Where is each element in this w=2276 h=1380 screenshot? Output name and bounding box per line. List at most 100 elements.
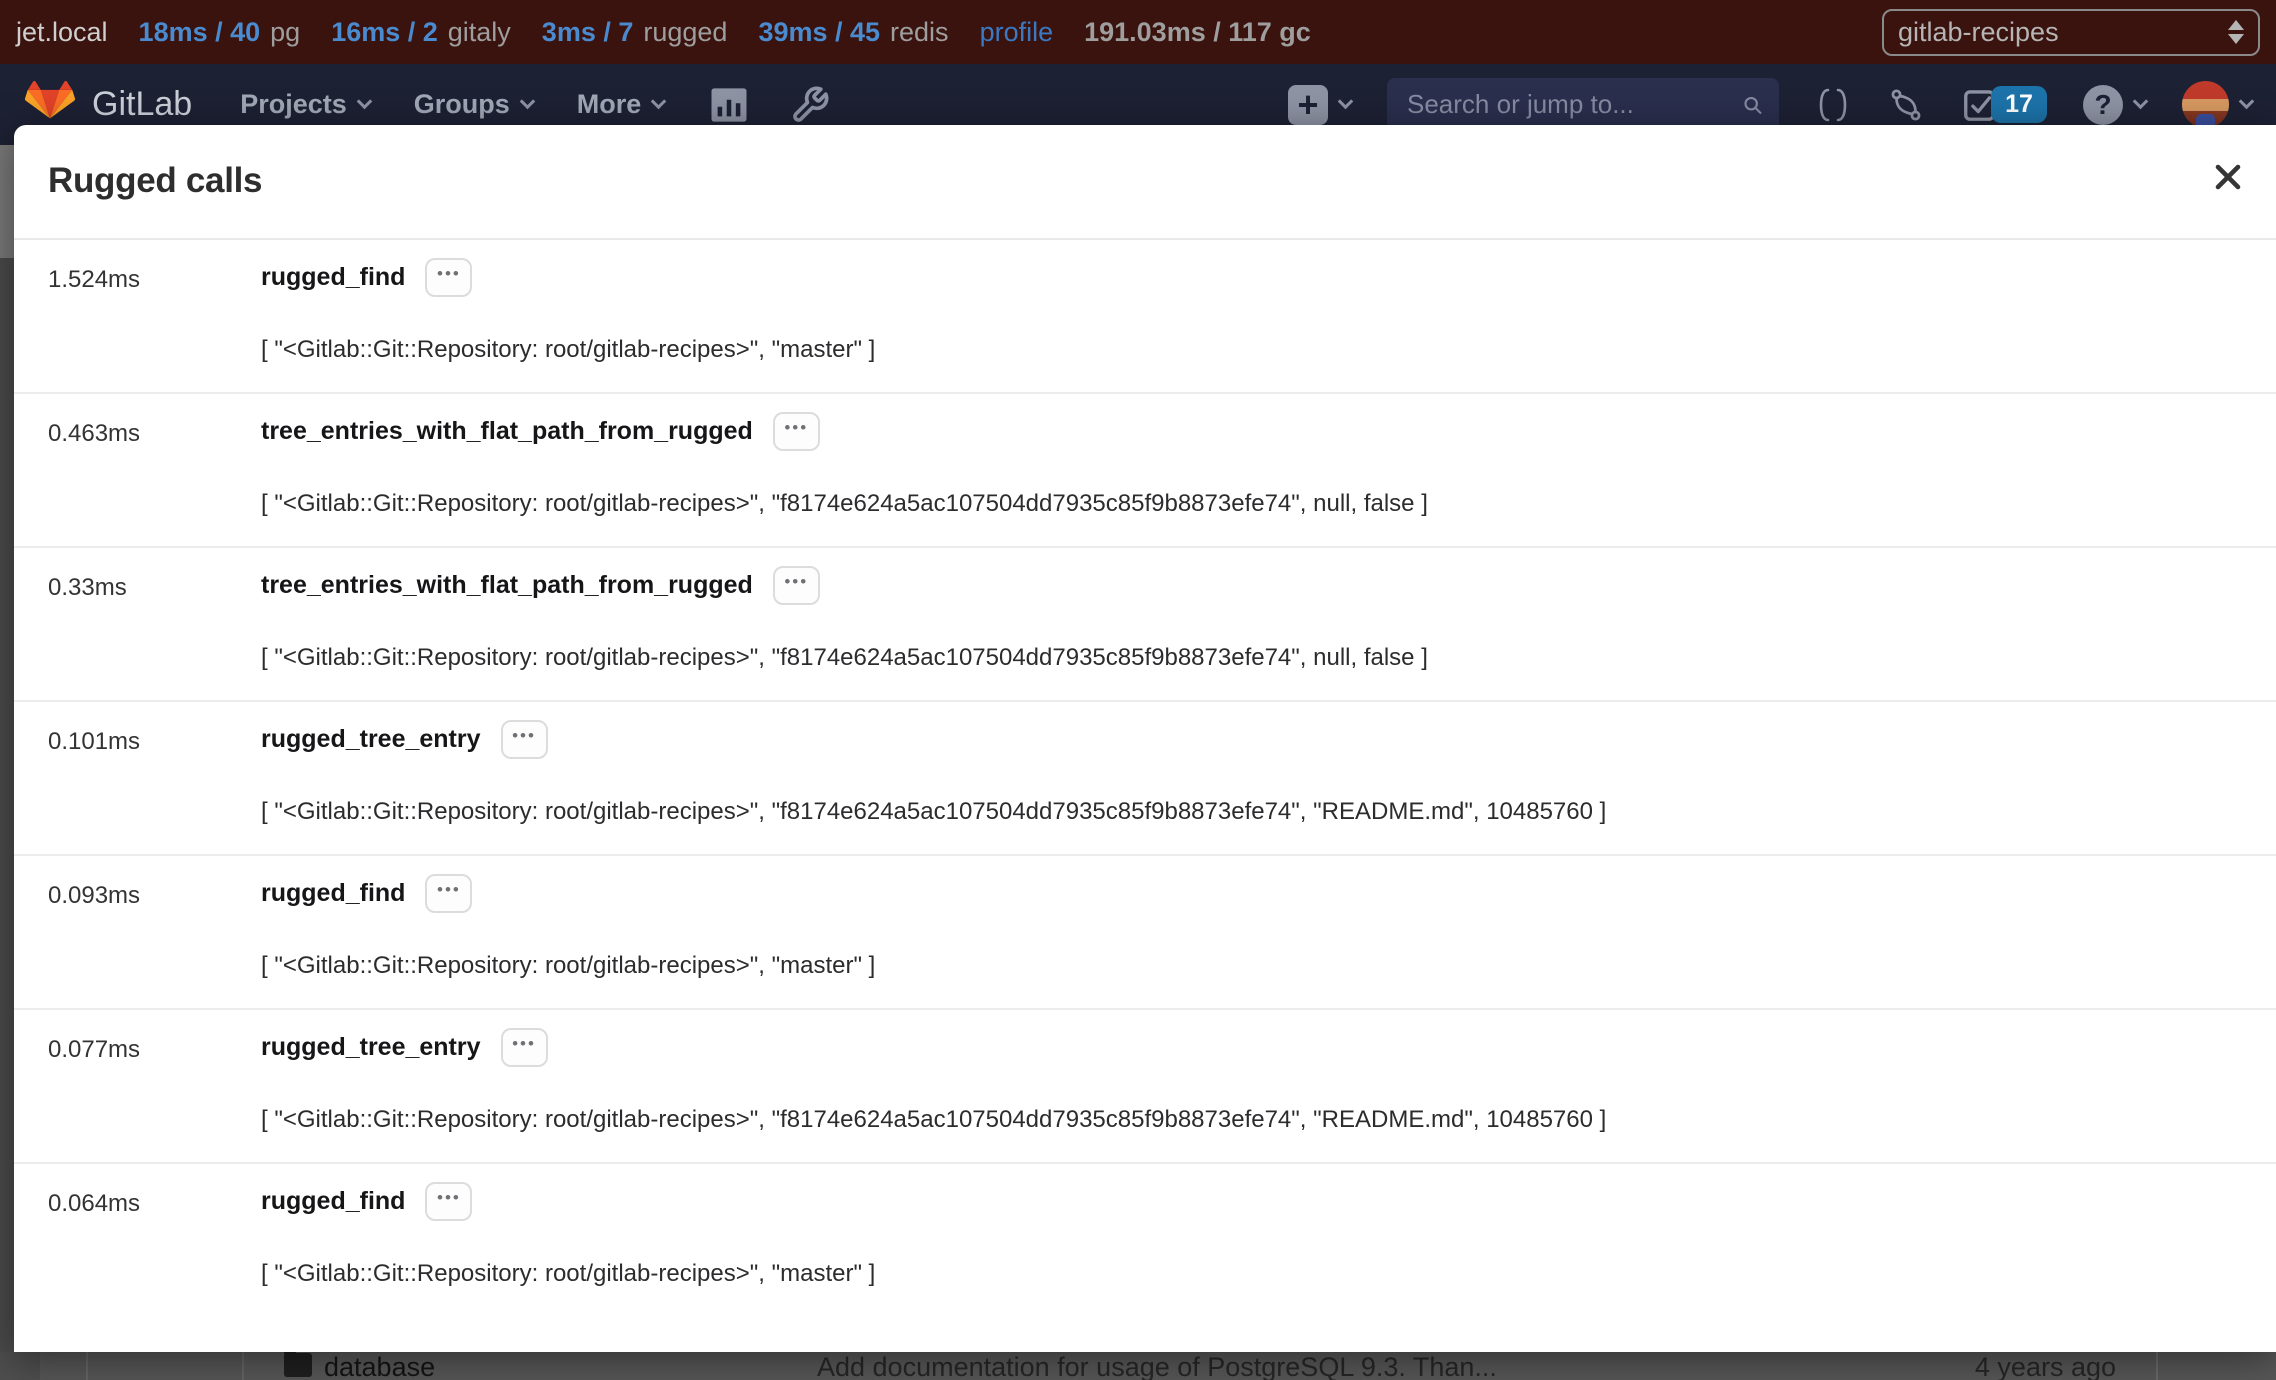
call-args: [ "<Gitlab::Git::Repository: root/gitlab… [261, 798, 1606, 826]
select-arrows-icon [2228, 20, 2244, 44]
call-duration: 0.064ms [48, 1190, 140, 1218]
call-args: [ "<Gitlab::Git::Repository: root/gitlab… [261, 1106, 1606, 1134]
perf-metric-rugged-value[interactable]: 3ms / 7 [542, 17, 634, 48]
perf-metric-gitaly-label: gitaly [448, 17, 511, 48]
rugged-call-row: 1.524ms rugged_find ••• [ "<Gitlab::Git:… [14, 240, 2276, 394]
perf-metric-gitaly[interactable]: 16ms / 2 gitaly [331, 17, 511, 48]
call-duration: 0.093ms [48, 882, 140, 910]
backtrace-more-button[interactable]: ••• [773, 566, 820, 605]
backtrace-more-button[interactable]: ••• [501, 720, 548, 759]
performance-bar: jet.local 18ms / 40 pg 16ms / 2 gitaly 3… [0, 0, 2276, 64]
avatar [2182, 81, 2229, 128]
call-duration: 0.077ms [48, 1036, 140, 1064]
dimmed-sidebar [0, 258, 14, 1380]
chevron-down-icon [2133, 94, 2149, 110]
todos-button[interactable]: 17 [1961, 86, 2047, 124]
ellipsis-icon: ••• [784, 572, 808, 592]
call-duration: 0.101ms [48, 728, 140, 756]
user-menu-button[interactable] [2182, 81, 2252, 128]
file-row-name: database [324, 1352, 435, 1380]
close-button[interactable] [2206, 155, 2250, 199]
issues-capsule-icon[interactable] [1815, 84, 1851, 126]
call-args: [ "<Gitlab::Git::Repository: root/gitlab… [261, 952, 875, 980]
dimmed-sidebar-segment [40, 1352, 88, 1380]
perf-metric-rugged[interactable]: 3ms / 7 rugged [542, 17, 728, 48]
call-name: rugged_tree_entry [261, 725, 481, 754]
dimmed-sidebar-segment [0, 1352, 40, 1380]
modal-title: Rugged calls [48, 161, 262, 201]
close-icon [2211, 160, 2245, 194]
dimmed-sidebar-header [0, 145, 14, 258]
perf-host: jet.local [16, 17, 108, 48]
help-question-icon: ? [2083, 85, 2123, 125]
global-search[interactable] [1387, 78, 1779, 132]
call-args: [ "<Gitlab::Git::Repository: root/gitlab… [261, 644, 1428, 672]
rugged-call-row: 0.101ms rugged_tree_entry ••• [ "<Gitlab… [14, 702, 2276, 856]
merge-request-icon[interactable] [1887, 84, 1925, 126]
dimmed-page-segment [2158, 1352, 2276, 1380]
file-row-updated: 4 years ago [1975, 1352, 2116, 1380]
modal-header: Rugged calls [14, 125, 2276, 240]
profile-link[interactable]: profile [980, 17, 1054, 48]
call-args: [ "<Gitlab::Git::Repository: root/gitlab… [261, 490, 1428, 518]
rugged-calls-list: 1.524ms rugged_find ••• [ "<Gitlab::Git:… [14, 240, 2276, 1318]
backtrace-more-button[interactable]: ••• [425, 1182, 472, 1221]
ellipsis-icon: ••• [512, 1034, 536, 1054]
dimmed-page-row: database Add documentation for usage of … [0, 1352, 2276, 1380]
ellipsis-icon: ••• [437, 880, 461, 900]
help-menu-button[interactable]: ? [2083, 85, 2146, 125]
analytics-chart-icon[interactable] [708, 84, 750, 126]
call-name: tree_entries_with_flat_path_from_rugged [261, 571, 753, 600]
rugged-call-row: 0.33ms tree_entries_with_flat_path_from_… [14, 548, 2276, 702]
plus-icon: + [1288, 85, 1328, 125]
call-duration: 0.33ms [48, 574, 127, 602]
call-duration: 1.524ms [48, 266, 140, 294]
call-args: [ "<Gitlab::Git::Repository: root/gitlab… [261, 1260, 875, 1288]
call-name: tree_entries_with_flat_path_from_rugged [261, 417, 753, 446]
perf-metric-pg[interactable]: 18ms / 40 pg [139, 17, 301, 48]
call-duration: 0.463ms [48, 420, 140, 448]
perf-metric-rugged-label: rugged [643, 17, 727, 48]
nav-item-groups-label: Groups [414, 89, 510, 120]
call-name: rugged_find [261, 263, 405, 292]
search-input[interactable] [1407, 89, 1742, 120]
file-row-commit-message: Add documentation for usage of PostgreSQ… [817, 1352, 1497, 1380]
rugged-call-row: 0.463ms tree_entries_with_flat_path_from… [14, 394, 2276, 548]
perf-metric-redis-value[interactable]: 39ms / 45 [758, 17, 880, 48]
perf-metric-redis-label: redis [890, 17, 949, 48]
ellipsis-icon: ••• [437, 264, 461, 284]
chevron-down-icon [356, 94, 372, 110]
backtrace-more-button[interactable]: ••• [425, 874, 472, 913]
call-args: [ "<Gitlab::Git::Repository: root/gitlab… [261, 336, 875, 364]
rugged-call-row: 0.077ms rugged_tree_entry ••• [ "<Gitlab… [14, 1010, 2276, 1164]
project-selector-value: gitlab-recipes [1898, 17, 2059, 48]
screen: jet.local 18ms / 40 pg 16ms / 2 gitaly 3… [0, 0, 2276, 1380]
dimmed-page-segment [88, 1352, 244, 1380]
new-menu-button[interactable]: + [1288, 85, 1351, 125]
backtrace-more-button[interactable]: ••• [501, 1028, 548, 1067]
rugged-call-row: 0.064ms rugged_find ••• [ "<Gitlab::Git:… [14, 1164, 2276, 1318]
perf-metric-redis[interactable]: 39ms / 45 redis [758, 17, 948, 48]
perf-metric-gitaly-value[interactable]: 16ms / 2 [331, 17, 438, 48]
nav-item-more[interactable]: More [577, 89, 665, 120]
backtrace-more-button[interactable]: ••• [425, 258, 472, 297]
call-name: rugged_find [261, 879, 405, 908]
admin-wrench-icon[interactable] [790, 85, 830, 125]
nav-item-more-label: More [577, 89, 642, 120]
chevron-down-icon [1338, 94, 1354, 110]
chevron-down-icon [651, 94, 667, 110]
gc-stats: 191.03ms / 117 gc [1084, 17, 1311, 48]
project-selector[interactable]: gitlab-recipes [1882, 9, 2260, 56]
backtrace-more-button[interactable]: ••• [773, 412, 820, 451]
rugged-call-row: 0.093ms rugged_find ••• [ "<Gitlab::Git:… [14, 856, 2276, 1010]
perf-metric-pg-label: pg [270, 17, 300, 48]
chevron-down-icon [519, 94, 535, 110]
ellipsis-icon: ••• [437, 1188, 461, 1208]
nav-item-groups[interactable]: Groups [414, 89, 533, 120]
chevron-down-icon [2239, 94, 2255, 110]
gitlab-wordmark[interactable]: GitLab [92, 85, 192, 124]
gitlab-tanuki-logo-icon[interactable] [24, 81, 76, 129]
nav-item-projects[interactable]: Projects [240, 89, 370, 120]
nav-item-projects-label: Projects [240, 89, 347, 120]
perf-metric-pg-value[interactable]: 18ms / 40 [139, 17, 261, 48]
